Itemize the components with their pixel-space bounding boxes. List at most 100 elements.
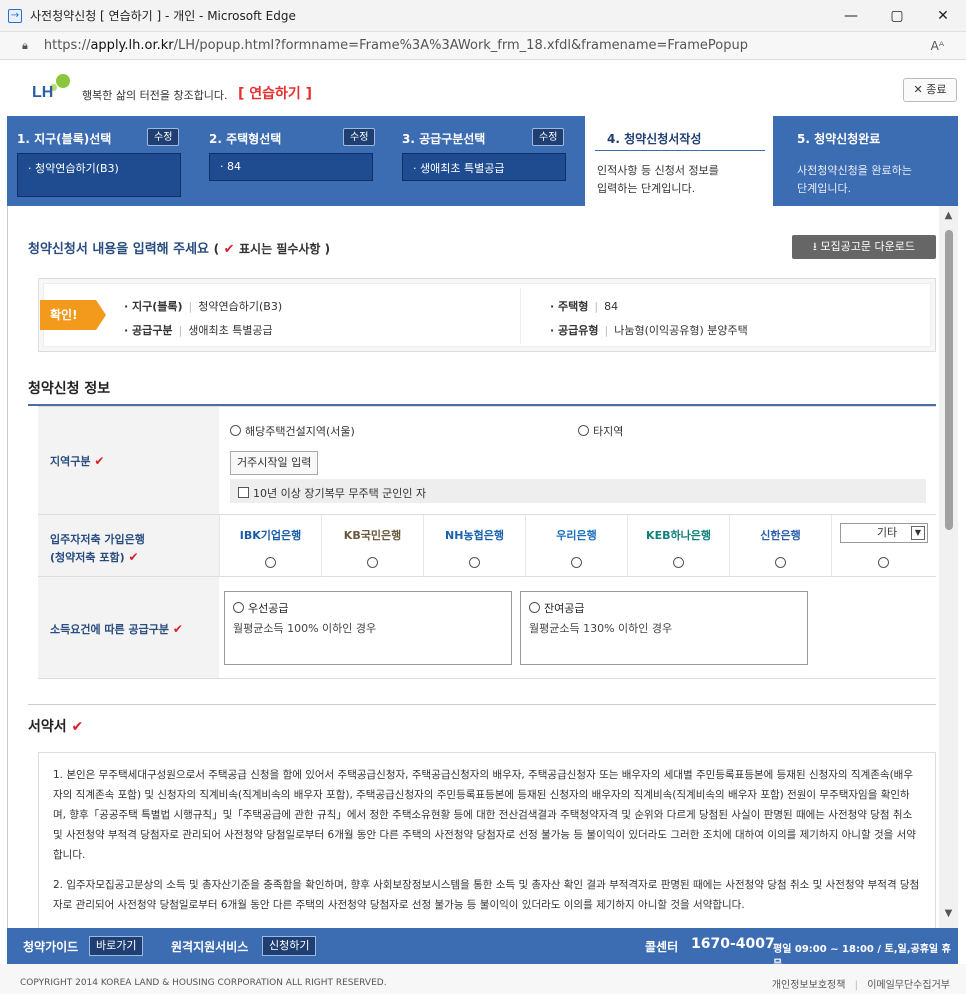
confirm-housing: · 주택형 | 84 [550,300,619,313]
income-label: 소득요건에 따른 공급구분 ✔ [50,622,183,636]
bank-nh-label: NH농협은행 [445,529,504,542]
reader-mode-icon[interactable]: Aᴬ [931,39,944,53]
privacy-link[interactable]: 개인정보보호정책 [772,980,846,991]
bank-shinhan-radio[interactable] [774,557,786,568]
req-open: ( [213,242,220,256]
step-4-title: 4. 청약신청서작성 [607,132,702,146]
bank-keb[interactable]: KEB하나은행 [627,515,729,577]
guide-label: 청약가이드 [23,940,79,954]
callcenter-label: 콜센터 [645,940,679,954]
region-header: 지역구분 ✔ [38,407,219,514]
confirm-district-value: 청약연습하기(B3) [198,300,283,313]
bank-nh[interactable]: NH농협은행 [423,515,525,577]
page-heading-text: 청약신청서 내용을 입력해 주세요 [28,242,210,257]
bank-shinhan-label: 신한은행 [760,529,801,542]
email-policy-link[interactable]: 이메일무단수집거부 [867,980,950,991]
url-text[interactable]: https://apply.lh.or.kr/LH/popup.html?for… [44,38,748,53]
scroll-down-icon[interactable]: ▼ [939,908,958,924]
bank-other[interactable]: 기타 ▼ [831,515,936,577]
close-window-button[interactable]: ✕ [920,0,966,32]
step-2-title: 2. 주택형선택 [209,132,282,146]
bank-woori[interactable]: 우리은행 [525,515,627,577]
confirm-district-key: · 지구(블록) [124,300,183,313]
confirm-summary: 확인! · 지구(블록) | 청약연습하기(B3) · 공급구분 | 생애최초 특별공급… [38,278,936,352]
confirm-summary-inner: 확인! · 지구(블록) | 청약연습하기(B3) · 공급구분 | 생애최초 특별공급… [40,283,931,347]
content-scrollbar[interactable]: ▲ ▼ [939,206,958,928]
bank-other-radio[interactable] [878,557,889,568]
step-5-title: 5. 청약신청완료 [797,132,881,146]
scroll-thumb[interactable] [945,230,953,530]
confirm-type: · 공급유형 | 나눔형(이익공유형) 분양주택 [550,324,748,337]
guide-button[interactable]: 바로가기 [89,936,144,956]
income-priority-option[interactable]: 우선공급 월평균소득 100% 이하인 경우 [224,591,512,665]
region-option-other[interactable]: 타지역 [578,423,623,439]
residence-date-button[interactable]: 거주시작일 입력 [230,451,319,475]
step-2-edit-button[interactable]: 수정 [343,128,376,146]
military-checkbox[interactable] [238,487,249,498]
apply-info-table: 지역구분 ✔ 해당주택건설지역(서울) 타지역 거주시작일 입력 10년 이상 … [38,406,936,679]
bank-other-select[interactable]: 기타 ▼ [840,523,928,543]
footer: COPYRIGHT 2014 KOREA LAND & HOUSING CORP… [0,964,966,994]
income-remaining-radio[interactable] [529,602,540,613]
scroll-up-icon[interactable]: ▲ [939,210,958,226]
agreement-paragraph-2: 2. 입주자모집공고문상의 소득 및 총자산기준을 충족함을 확인하며, 향후 … [53,879,920,911]
step-3-title: 3. 공급구분선택 [402,132,486,146]
bank-label: 입주자저축 가입은행 [50,533,145,546]
income-priority-radio[interactable] [233,602,244,613]
income-remaining-option[interactable]: 잔여공급 월평균소득 130% 이하인 경우 [520,591,808,665]
step-1-edit-button[interactable]: 수정 [147,128,180,146]
window-controls: — ▢ ✕ [828,0,966,32]
window-titlebar: → 사전청약신청 [ 연습하기 ] - 개인 - Microsoft Edge … [0,0,966,32]
income-priority-desc: 월평균소득 100% 이하인 경우 [233,622,377,635]
bank-row: 입주자저축 가입은행 (청약저축 포함) ✔ IBK기업은행 KB국민은행 NH… [38,515,936,577]
bank-keb-radio[interactable] [672,557,684,568]
income-header: 소득요건에 따른 공급구분 ✔ [38,577,219,678]
confirm-district: · 지구(블록) | 청약연습하기(B3) [124,300,283,313]
notice-download-button[interactable]: ⭳ 모집공고문 다운로드 [792,235,936,259]
income-remaining-desc: 월평균소득 130% 이하인 경우 [529,622,673,635]
bank-nh-radio[interactable] [468,557,480,568]
required-note: 표시는 필수사항 ) [239,242,331,256]
region-label: 지역구분 ✔ [50,454,105,468]
confirm-type-key: · 공급유형 [550,324,599,337]
agreement-title: 서약서 ✔ [28,719,84,735]
lock-icon[interactable]: 🔒︎ [22,39,28,53]
step-3: 3. 공급구분선택 수정 · 생애최초 특별공급 [392,116,585,206]
step-3-value: · 생애최초 특별공급 [402,153,566,181]
bank-shinhan[interactable]: 신한은행 [729,515,831,577]
form-content[interactable]: 청약신청서 내용을 입력해 주세요 ( ✔ 표시는 필수사항 ) ⭳ 모집공고문… [7,206,939,928]
confirm-tag: 확인! [40,300,106,330]
bank-other-value: 기타 [876,526,898,539]
window-title: 사전청약신청 [ 연습하기 ] - 개인 - Microsoft Edge [30,9,296,23]
confirm-supply-key: · 공급구분 [124,324,173,337]
step-3-edit-button[interactable]: 수정 [532,128,565,146]
remote-button[interactable]: 신청하기 [262,936,317,956]
footer-links: 개인정보보호정책 | 이메일무단수집거부 [771,980,950,991]
step-5: 5. 청약신청완료 사전청약신청을 완료하는 단계입니다. [773,116,958,206]
agreement-divider [28,704,936,705]
chevron-down-icon[interactable]: ▼ [911,526,925,540]
step-1-value: · 청약연습하기(B3) [17,153,181,197]
bank-ibk[interactable]: IBK기업은행 [219,515,321,577]
region-other-radio[interactable] [578,425,589,436]
military-option[interactable]: 10년 이상 장기복무 무주택 군인인 자 [238,485,426,501]
bank-kb[interactable]: KB국민은행 [321,515,423,577]
bank-kb-radio[interactable] [366,557,378,568]
bank-sublabel: (청약저축 포함) ✔ [50,550,139,564]
income-priority-title[interactable]: 우선공급 [233,600,288,616]
required-check-icon: ✔ [223,242,235,257]
step-4-underline [595,150,765,151]
address-bar[interactable]: 🔒︎ https://apply.lh.or.kr/LH/popup.html?… [0,32,966,60]
exit-button[interactable]: ✕ 종료 [903,78,957,102]
maximize-button[interactable]: ▢ [874,0,920,32]
bank-keb-label: KEB하나은행 [646,529,711,542]
agreement-paragraph-1: 1. 본인은 무주택세대구성원으로서 주택공급 신청을 함에 있어서 주택공급신… [53,769,916,861]
income-remaining-title[interactable]: 잔여공급 [529,600,584,616]
step-5-desc: 사전청약신청을 완료하는 단계입니다. [797,162,912,198]
region-option-seoul[interactable]: 해당주택건설지역(서울) [230,423,355,439]
logo-dot-large [56,74,70,88]
bank-woori-radio[interactable] [570,557,582,568]
minimize-button[interactable]: — [828,0,874,32]
region-seoul-radio[interactable] [230,425,241,436]
bank-ibk-radio[interactable] [264,557,276,568]
